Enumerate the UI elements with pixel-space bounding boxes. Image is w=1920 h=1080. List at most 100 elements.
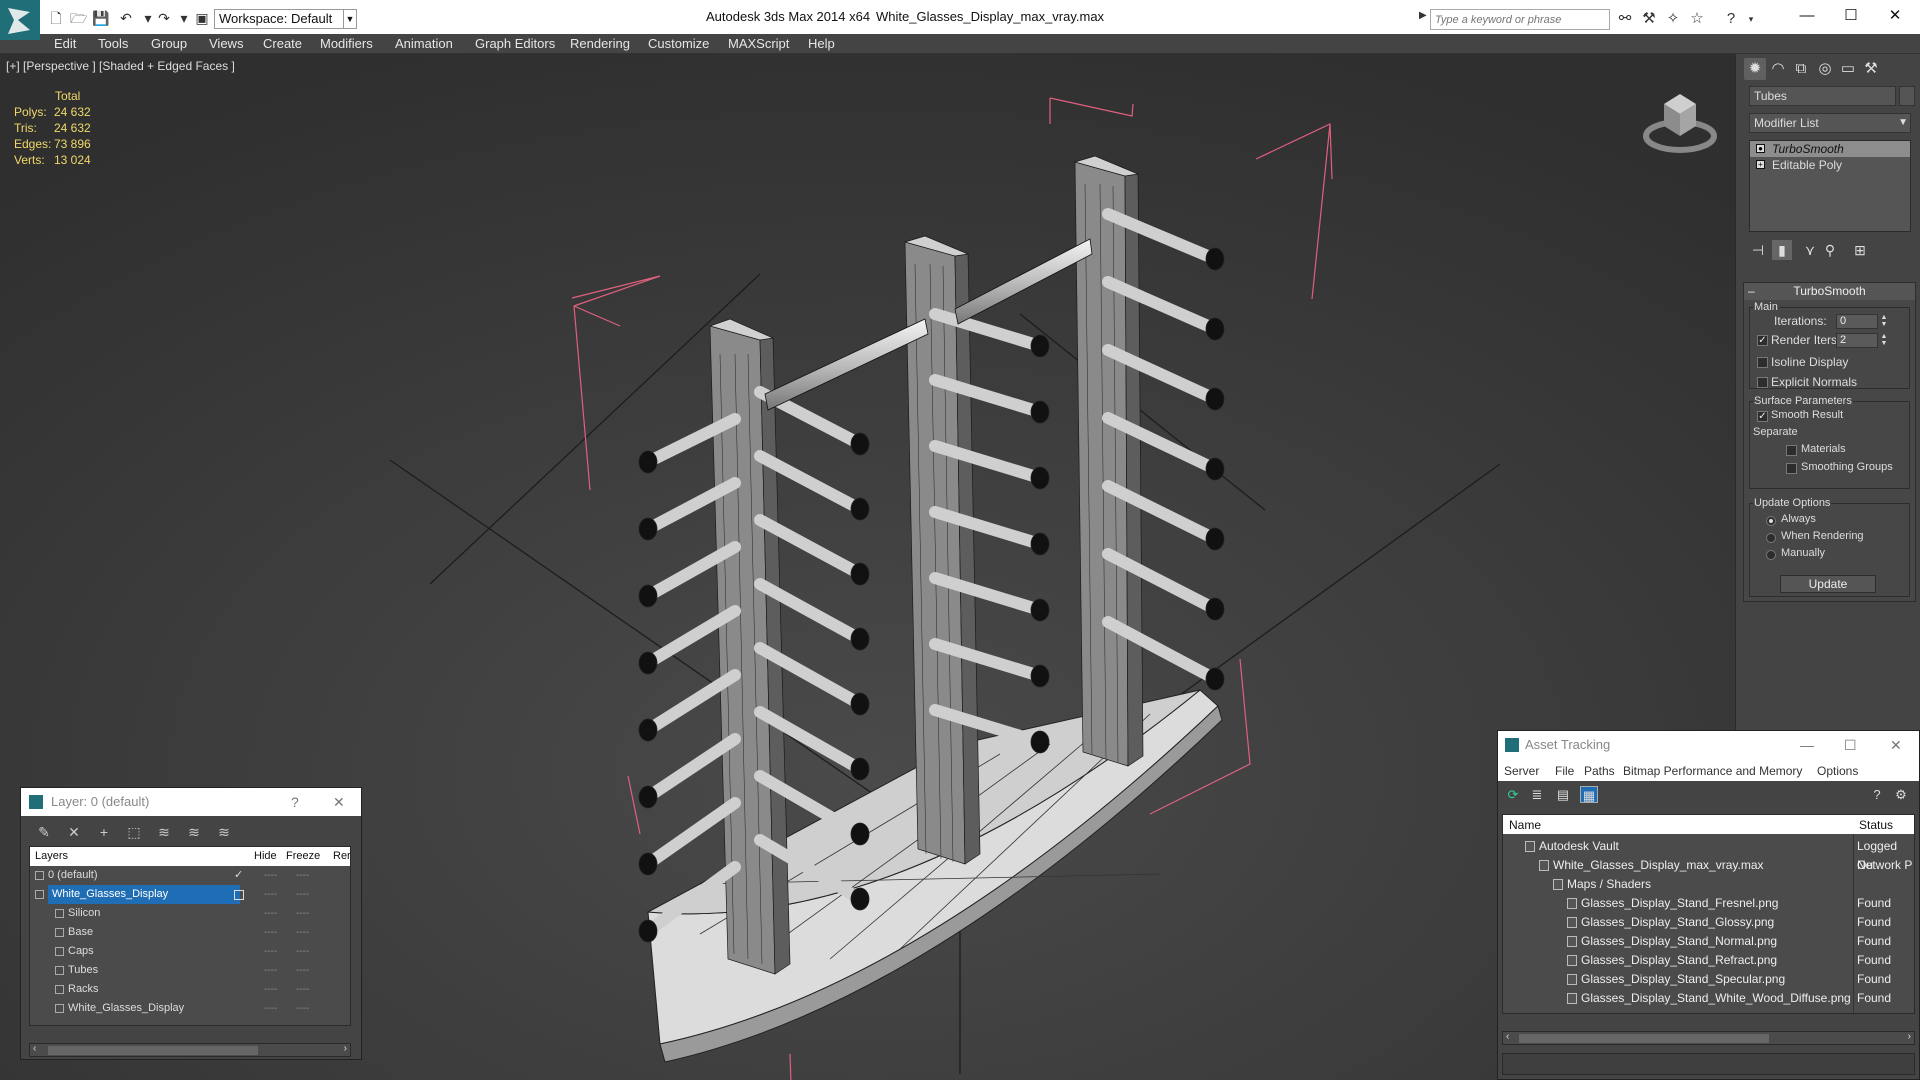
close-button[interactable]: ✕ — [1890, 731, 1902, 759]
current-layer-box[interactable] — [234, 890, 244, 900]
hide-toggle[interactable]: ---- — [264, 885, 277, 904]
help-dropdown-icon[interactable]: ▾ — [1742, 10, 1760, 28]
scrollbar-thumb[interactable] — [48, 1046, 258, 1055]
layer-row[interactable]: Base ---- ---- — [30, 923, 350, 942]
hide-toggle[interactable]: ---- — [264, 999, 277, 1018]
smooth-result-checkbox[interactable]: ✓ — [1757, 411, 1768, 422]
table-view-icon[interactable]: ▦ — [1580, 786, 1598, 803]
layer-window-titlebar[interactable]: Layer: 0 (default) ? ✕ — [21, 788, 361, 816]
asset-row[interactable]: Glasses_Display_Stand_Specular.png Found — [1503, 970, 1914, 989]
scroll-right-icon[interactable]: › — [344, 1043, 347, 1054]
thumbnail-view-icon[interactable]: ▤ — [1554, 786, 1572, 803]
refresh-icon[interactable]: ⟳ — [1504, 786, 1522, 803]
col-name[interactable]: Name — [1509, 818, 1541, 832]
asset-row[interactable]: Glasses_Display_Stand_Glossy.png Found — [1503, 913, 1914, 932]
layer-row[interactable]: White_Glasses_Display ---- ---- — [30, 999, 350, 1018]
menu-tools[interactable]: Tools — [98, 36, 128, 51]
hierarchy-tab-icon[interactable]: ⧉ — [1790, 58, 1812, 80]
col-freeze[interactable]: Freeze — [286, 850, 320, 862]
asset-row[interactable]: Glasses_Display_Stand_White_Wood_Diffuse… — [1503, 989, 1914, 1008]
layer-name[interactable]: Racks — [68, 980, 99, 999]
hide-toggle[interactable]: ---- — [264, 866, 277, 885]
menu-file[interactable]: File — [1555, 764, 1574, 778]
render-iters-checkbox[interactable]: ✓ — [1757, 335, 1768, 346]
minimize-button[interactable]: — — [1800, 731, 1814, 759]
undo-dropdown-icon[interactable]: ▾ — [140, 10, 156, 26]
layer-row[interactable]: White_Glasses_Display ---- ---- — [30, 885, 350, 904]
layer-name[interactable]: Base — [68, 923, 93, 942]
freeze-toggle[interactable]: ---- — [296, 961, 309, 980]
scrollbar-thumb[interactable] — [1519, 1034, 1769, 1043]
hide-toggle[interactable]: ---- — [264, 923, 277, 942]
col-layers[interactable]: Layers — [35, 850, 68, 862]
rollout-header[interactable]: – TurboSmooth — [1744, 283, 1915, 300]
menu-help[interactable]: Help — [808, 36, 835, 51]
menu-views[interactable]: Views — [209, 36, 243, 51]
menu-animation[interactable]: Animation — [395, 36, 453, 51]
scroll-right-icon[interactable]: › — [1908, 1031, 1911, 1042]
display-tab-icon[interactable]: ▭ — [1837, 58, 1859, 80]
modify-tab-icon[interactable]: ◠ — [1767, 58, 1789, 80]
layer-name[interactable]: White_Glasses_Display — [68, 999, 184, 1018]
freeze-toggle[interactable]: ---- — [296, 866, 309, 885]
layer-row[interactable]: Racks ---- ---- — [30, 980, 350, 999]
layer-row[interactable]: Tubes ---- ---- — [30, 961, 350, 980]
radio-always[interactable] — [1766, 516, 1776, 526]
open-file-icon[interactable]: 🗁 — [70, 10, 87, 26]
asset-row[interactable]: Glasses_Display_Stand_Normal.png Found — [1503, 932, 1914, 951]
show-end-result-icon[interactable]: ▮ — [1772, 240, 1792, 260]
freeze-toggle[interactable]: ---- — [296, 999, 309, 1018]
layer-name[interactable]: Caps — [68, 942, 94, 961]
menu-options[interactable]: Options — [1817, 764, 1858, 778]
subscription-icon[interactable]: ⚒ — [1640, 10, 1658, 28]
list-view-icon[interactable]: ≣ — [1528, 786, 1546, 803]
smoothing-groups-checkbox[interactable] — [1786, 463, 1797, 474]
layer-row[interactable]: 0 (default) ✓ ---- ---- — [30, 866, 350, 885]
collapse-icon[interactable]: – — [1748, 283, 1755, 300]
pin-stack-icon[interactable]: ⊣ — [1748, 240, 1768, 260]
menu-customize[interactable]: Customize — [648, 36, 709, 51]
freeze-all-icon[interactable]: ≋ — [215, 824, 233, 840]
horizontal-scrollbar[interactable]: ‹ › — [1502, 1031, 1915, 1045]
iterations-spinner[interactable]: 0 — [1836, 314, 1878, 329]
freeze-toggle[interactable]: ---- — [296, 980, 309, 999]
configure-sets-icon[interactable]: ⊞ — [1850, 240, 1870, 260]
asset-list[interactable]: Name Status Autodesk Vault Logged Ou White… — [1502, 814, 1915, 1014]
menu-maxscript[interactable]: MAXScript — [728, 36, 789, 51]
make-unique-icon[interactable]: ⋎ — [1800, 240, 1820, 260]
motion-tab-icon[interactable]: ◎ — [1814, 58, 1836, 80]
hide-toggle[interactable]: ---- — [264, 961, 277, 980]
asset-window-titlebar[interactable]: Asset Tracking — ☐ ✕ — [1498, 731, 1919, 759]
viewcube-icon[interactable] — [1640, 84, 1720, 154]
expand-plus-icon[interactable]: + — [1756, 160, 1765, 169]
col-status[interactable]: Status — [1859, 818, 1893, 832]
workspace-dropdown[interactable]: Workspace: Default — [214, 9, 344, 29]
menu-group[interactable]: Group — [151, 36, 187, 51]
current-layer-check-icon[interactable]: ✓ — [234, 866, 243, 885]
hide-all-icon[interactable]: ≋ — [185, 824, 203, 840]
create-tab-icon[interactable]: ✹ — [1744, 58, 1766, 80]
stack-item-turbosmooth[interactable]: ● TurboSmooth — [1750, 141, 1910, 157]
select-objects-icon[interactable]: ⬚ — [125, 824, 143, 840]
highlight-layer-icon[interactable]: ≋ — [155, 824, 173, 840]
freeze-toggle[interactable]: ---- — [296, 904, 309, 923]
menu-server[interactable]: Server — [1504, 764, 1539, 778]
asset-row[interactable]: Maps / Shaders — [1503, 875, 1914, 894]
bulb-icon[interactable]: ● — [1756, 144, 1765, 153]
asset-row[interactable]: Glasses_Display_Stand_Fresnel.png Found — [1503, 894, 1914, 913]
explicit-normals-checkbox[interactable] — [1757, 377, 1768, 388]
hide-toggle[interactable]: ---- — [264, 980, 277, 999]
save-file-icon[interactable]: 💾 — [92, 10, 109, 26]
help-icon[interactable]: ? — [1868, 786, 1886, 803]
col-hide[interactable]: Hide — [254, 850, 277, 862]
viewport-label[interactable]: [+] [Perspective ] [Shaded + Edged Faces… — [6, 59, 235, 73]
menu-bitmap-performance[interactable]: Bitmap Performance and Memory — [1623, 764, 1802, 778]
freeze-toggle[interactable]: ---- — [296, 885, 309, 904]
asset-row[interactable]: Glasses_Display_Stand_Refract.png Found — [1503, 951, 1914, 970]
new-file-icon[interactable]: 🗋 — [48, 10, 64, 26]
freeze-toggle[interactable]: ---- — [296, 923, 309, 942]
modifier-stack[interactable]: ● TurboSmooth + Editable Poly — [1749, 140, 1911, 232]
menu-create[interactable]: Create — [263, 36, 302, 51]
close-button[interactable]: ✕ — [1880, 5, 1910, 27]
radio-when-rendering[interactable] — [1766, 533, 1776, 543]
